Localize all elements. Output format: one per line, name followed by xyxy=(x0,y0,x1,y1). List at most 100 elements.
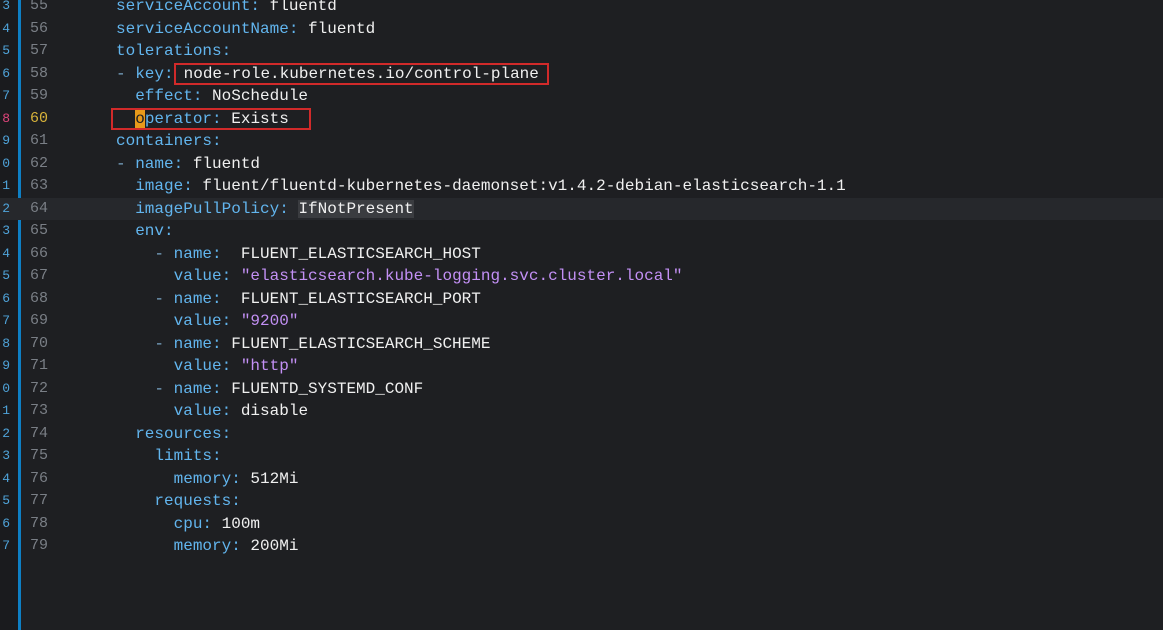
code-line[interactable]: 7 79 memory: 200Mi xyxy=(0,535,1163,558)
code-content[interactable]: - name: FLUENT_ELASTICSEARCH_HOST xyxy=(116,243,480,266)
code-line[interactable]: 0 72 - name: FLUENTD_SYSTEMD_CONF xyxy=(0,378,1163,401)
yaml-separator: : xyxy=(164,64,174,83)
line-number: 75 xyxy=(30,447,49,464)
line-number: 55 xyxy=(30,0,49,14)
yaml-separator: : xyxy=(202,514,222,533)
line-number: 78 xyxy=(30,514,49,532)
line-number: 56 xyxy=(30,19,49,37)
yaml-value: Exists xyxy=(231,109,289,128)
code-content[interactable]: limits: xyxy=(116,445,222,468)
code-content[interactable]: - name: fluentd xyxy=(116,153,260,176)
code-content[interactable]: requests: xyxy=(116,490,240,513)
code-content[interactable]: serviceAccountName: fluentd xyxy=(116,18,375,41)
code-content[interactable]: serviceAccount: fluentd xyxy=(116,0,337,18)
code-lines: 3 55 serviceAccount: fluentd 4 56 serviceAcco… xyxy=(0,0,1163,558)
yaml-separator: : xyxy=(212,447,222,465)
code-line[interactable]: 6 58 - key: node-role.kubernetes.io/control… xyxy=(0,62,1163,86)
code-content[interactable]: imagePullPolicy: IfNotPresent xyxy=(116,198,414,221)
list-dash: - xyxy=(154,244,174,263)
code-content[interactable]: tolerations: xyxy=(116,40,231,63)
code-line[interactable]: 1 73 value: disable xyxy=(0,400,1163,423)
yaml-value: NoSchedule xyxy=(212,87,309,105)
code-line[interactable]: 4 56 serviceAccountName: fluentd xyxy=(0,18,1163,41)
code-line[interactable]: 9 61 containers: xyxy=(0,130,1163,153)
code-content[interactable]: cpu: 100m xyxy=(116,513,260,536)
code-line[interactable]: 5 57 tolerations: xyxy=(0,40,1163,63)
code-line[interactable]: 6 68 - name: FLUENT_ELASTICSEARCH_PORT xyxy=(0,288,1163,311)
yaml-key: name xyxy=(135,154,174,173)
code-line[interactable]: 3 65 env: xyxy=(0,220,1163,243)
relative-line-number: 1 xyxy=(2,178,10,193)
yaml-separator: : xyxy=(212,334,232,353)
line-number: 59 xyxy=(30,87,49,104)
code-content[interactable]: - name: FLUENT_ELASTICSEARCH_PORT xyxy=(116,288,480,311)
code-content[interactable]: effect: NoSchedule xyxy=(116,85,308,108)
relative-line-number: 1 xyxy=(2,403,10,418)
code-line[interactable]: 5 67 value: "elasticsearch.kube-logging.s… xyxy=(0,265,1163,288)
code-content[interactable]: env: xyxy=(116,220,173,243)
code-content[interactable]: value: "elasticsearch.kube-logging.svc.c… xyxy=(116,265,683,288)
code-line[interactable]: 8 70 - name: FLUENT_ELASTICSEARCH_SCHEME xyxy=(0,333,1163,356)
code-content[interactable]: operator: Exists xyxy=(111,107,311,131)
code-line[interactable]: 7 59 effect: NoSchedule xyxy=(0,85,1163,108)
yaml-separator: : xyxy=(221,402,241,420)
code-line[interactable]: 2 74 resources: xyxy=(0,423,1163,446)
code-content[interactable]: memory: 200Mi xyxy=(116,535,299,558)
yaml-key: effect xyxy=(135,87,193,105)
line-number: 72 xyxy=(30,379,49,397)
code-content[interactable]: resources: xyxy=(116,423,231,446)
yaml-key: resources xyxy=(135,424,222,443)
relative-line-number: 7 xyxy=(2,88,10,103)
highlight-box: node-role.kubernetes.io/control-plane xyxy=(173,62,549,85)
line-number: 63 xyxy=(30,177,49,194)
relative-line-number: 5 xyxy=(2,43,10,58)
code-content[interactable]: value: disable xyxy=(116,400,308,423)
code-content[interactable]: - key: node-role.kubernetes.io/control-pl… xyxy=(116,62,549,86)
code-line[interactable]: 5 77 requests: xyxy=(0,490,1163,513)
code-content[interactable]: - name: FLUENT_ELASTICSEARCH_SCHEME xyxy=(116,333,490,356)
yaml-value: IfNotPresent xyxy=(298,199,414,218)
code-content[interactable]: value: "9200" xyxy=(116,310,299,333)
code-content[interactable]: containers: xyxy=(116,130,222,153)
code-line[interactable]: 1 63 image: fluent/fluentd-kubernetes-dae… xyxy=(0,175,1163,198)
relative-line-number: 0 xyxy=(2,155,10,171)
relative-line-number: 7 xyxy=(2,538,10,553)
code-content[interactable]: - name: FLUENTD_SYSTEMD_CONF xyxy=(116,378,423,401)
code-line[interactable]: 4 76 memory: 512Mi xyxy=(0,468,1163,491)
yaml-key: name xyxy=(173,289,213,308)
yaml-key: serviceAccountName xyxy=(116,19,289,38)
code-line[interactable]: 2 64 imagePullPolicy: IfNotPresent xyxy=(0,197,1163,221)
line-number: 58 xyxy=(30,64,49,82)
code-line[interactable]: 4 66 - name: FLUENT_ELASTICSEARCH_HOST xyxy=(0,243,1163,266)
code-line[interactable]: 9 71 value: "http" xyxy=(0,355,1163,378)
relative-line-number: 9 xyxy=(2,133,10,148)
code-line[interactable]: 0 62 - name: fluentd xyxy=(0,153,1163,176)
list-dash: - xyxy=(154,289,174,308)
yaml-separator: : xyxy=(279,199,299,218)
code-line[interactable]: 3 75 limits: xyxy=(0,445,1163,468)
code-line[interactable]: 6 78 cpu: 100m xyxy=(0,513,1163,536)
yaml-key: cpu xyxy=(173,514,203,533)
yaml-key: value xyxy=(173,312,222,330)
code-content[interactable]: image: fluent/fluentd-kubernetes-daemons… xyxy=(116,175,846,198)
code-line[interactable]: 7 69 value: "9200" xyxy=(0,310,1163,333)
yaml-value: fluentd xyxy=(192,154,261,173)
relative-line-number: 3 xyxy=(2,448,10,463)
yaml-key: env xyxy=(135,222,165,240)
code-content[interactable]: memory: 512Mi xyxy=(116,468,299,491)
code-content[interactable]: value: "http" xyxy=(116,355,299,378)
yaml-key: perator xyxy=(144,109,213,128)
yaml-value: fluentd xyxy=(269,0,337,15)
code-line[interactable]: 8 60 operator: Exists xyxy=(0,107,1163,131)
yaml-separator: : xyxy=(221,357,241,375)
code-editor[interactable]: 3 55 serviceAccount: fluentd 4 56 serviceAcco… xyxy=(0,0,1163,630)
code-line[interactable]: 3 55 serviceAccount: fluentd xyxy=(0,0,1163,18)
line-number: 66 xyxy=(30,244,49,262)
